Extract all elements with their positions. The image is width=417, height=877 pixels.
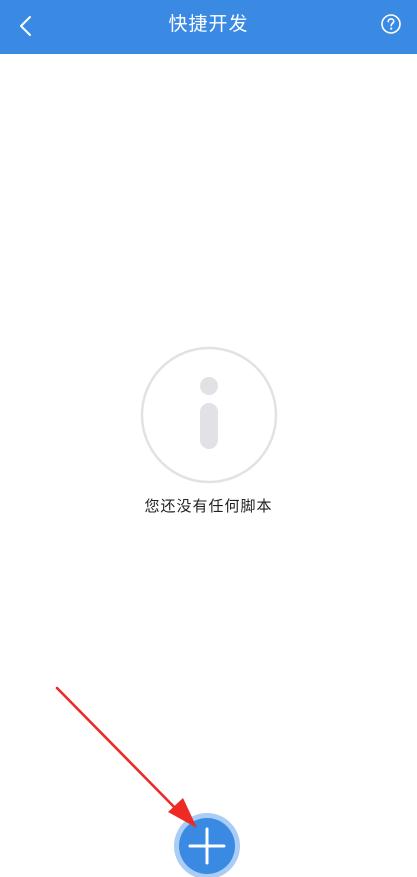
empty-state: 您还没有任何脚本 bbox=[0, 345, 417, 516]
plus-icon bbox=[188, 827, 226, 865]
top-bar: 快捷开发 bbox=[0, 0, 417, 54]
help-button[interactable] bbox=[371, 4, 411, 44]
help-circle-icon bbox=[381, 14, 401, 34]
screen: 快捷开发 您还没有任何脚本 bbox=[0, 0, 417, 877]
add-script-button[interactable] bbox=[179, 818, 235, 874]
empty-message: 您还没有任何脚本 bbox=[144, 497, 273, 515]
info-icon bbox=[140, 346, 277, 484]
page-title: 快捷开发 bbox=[168, 13, 249, 35]
